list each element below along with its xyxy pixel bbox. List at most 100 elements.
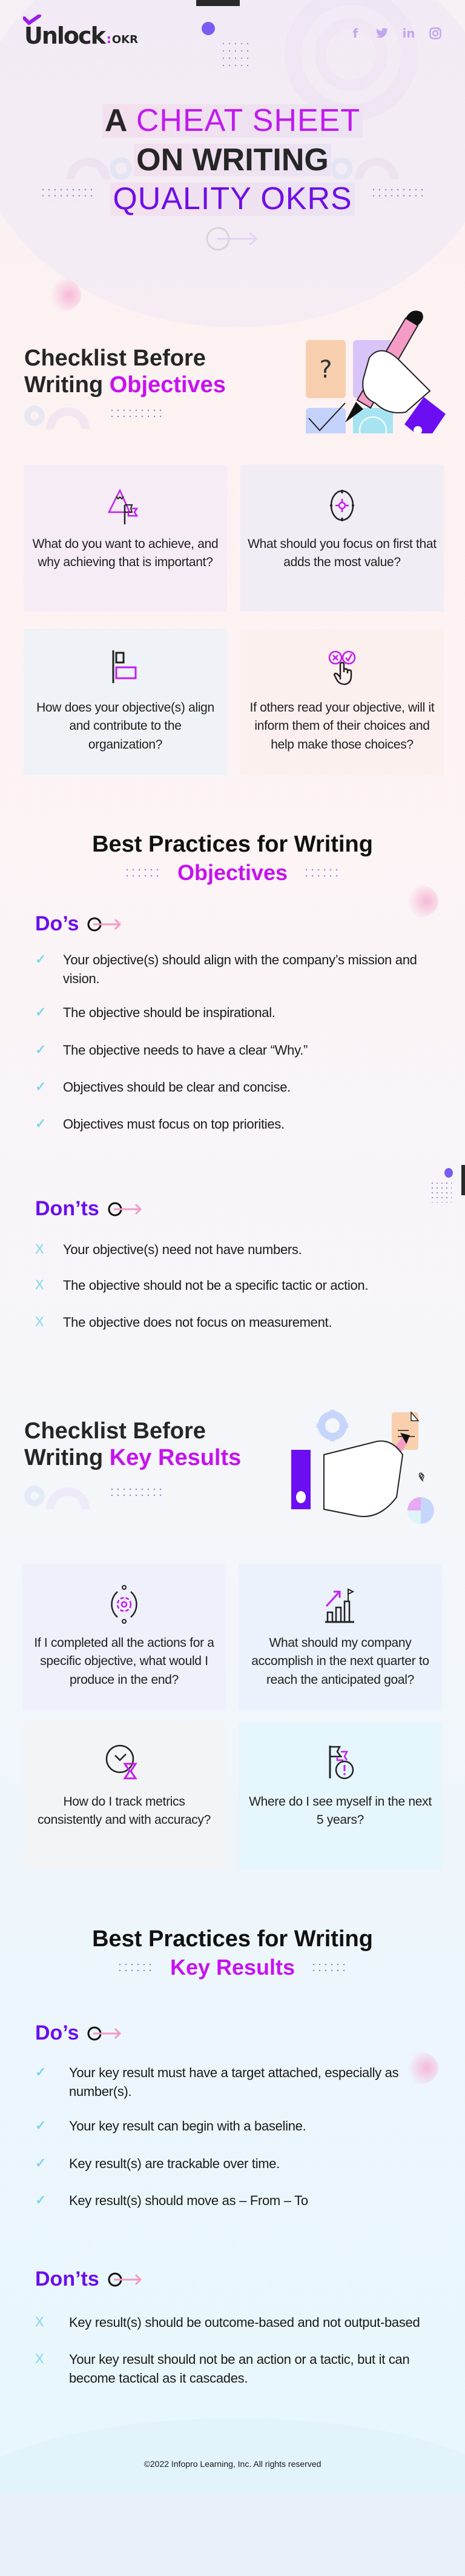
check-icon: ✓ xyxy=(35,1078,47,1094)
svg-text:?: ? xyxy=(319,356,332,384)
logo-colon: : xyxy=(106,32,111,46)
crosshair-target-icon xyxy=(321,484,363,527)
card-question: How do I track metrics consistently and … xyxy=(37,1795,211,1827)
key-result-card: Where do I see myself in the next 5 year… xyxy=(239,1723,442,1869)
dots-decoration xyxy=(303,867,341,879)
kr-deco xyxy=(24,1485,91,1512)
circle-arrow-icon xyxy=(87,917,122,931)
sparkle-decoration xyxy=(42,279,81,312)
objective-card: How does your objective(s) align and con… xyxy=(24,629,227,775)
objective-card: What should you focus on first that adds… xyxy=(240,465,444,612)
check-icon: ✓ xyxy=(35,1116,47,1132)
dots-decoration xyxy=(311,1961,349,1974)
x-icon: X xyxy=(35,1314,44,1330)
x-icon: X xyxy=(35,2314,44,2329)
objectives-dos-list: ✓ Your objective(s) should align with the… xyxy=(35,950,435,1133)
card-question: What do you want to achieve, and why ach… xyxy=(32,537,219,570)
list-item: X Your key result should not be an action… xyxy=(35,2351,410,2386)
circle-arrow-icon xyxy=(206,227,259,251)
dotgrid-decoration xyxy=(220,40,252,72)
card-question: What should you focus on first that adds… xyxy=(248,537,437,570)
card-question: Where do I see myself in the next 5 year… xyxy=(249,1795,432,1827)
list-item: ✓ Your key result can begin with a baseli… xyxy=(35,2118,306,2134)
objective-card: What do you want to achieve, and why ach… xyxy=(24,465,227,612)
dot-decoration xyxy=(444,1168,453,1178)
twitter-icon[interactable] xyxy=(375,27,389,40)
objectives-donts-heading: Don’ts xyxy=(35,1197,144,1221)
growth-chart-flag-icon xyxy=(319,1583,361,1626)
check-icon: ✓ xyxy=(35,2155,47,2171)
check-icon: ✓ xyxy=(35,1041,47,1057)
key-result-card: How do I track metrics consistently and … xyxy=(22,1723,226,1869)
objectives-deco xyxy=(24,405,91,432)
check-icon: ✓ xyxy=(35,2192,47,2207)
clock-hourglass-icon xyxy=(103,1742,145,1784)
footer-wave-decoration xyxy=(0,2418,465,2576)
list-item: ✓ Your objective(s) should align with the… xyxy=(35,952,417,987)
dotgrid-decoration xyxy=(430,1181,452,1203)
card-question: What should my company accomplish in the… xyxy=(251,1636,429,1687)
list-item: X The objective does not focus on measure… xyxy=(35,1314,332,1330)
key-result-card: If I completed all the actions for a spe… xyxy=(22,1564,226,1710)
top-bar-decoration xyxy=(196,0,240,6)
mountain-flag-icon xyxy=(104,484,147,527)
card-question: How does your objective(s) align and con… xyxy=(36,701,214,752)
edge-bar-decoration xyxy=(461,1165,465,1195)
dots-decoration xyxy=(116,1961,154,1974)
unlock-okr-logo[interactable]: Unlock : OKR xyxy=(23,15,138,47)
logo-okr: OKR xyxy=(111,33,138,46)
check-icon: ✓ xyxy=(35,2064,47,2080)
copyright-footer: ©2022 Infopro Learning, Inc. All rights … xyxy=(143,2459,322,2469)
check-icon: ✓ xyxy=(35,952,47,967)
flag-alert-icon xyxy=(319,1742,361,1784)
align-left-icon xyxy=(104,648,147,690)
facebook-icon[interactable]: f xyxy=(349,26,362,41)
pencil-checklist-illustration: ? xyxy=(306,310,446,433)
infographic-page: Unlock : OKR f in A CHEAT SHEET ON WRITI… xyxy=(0,0,465,2576)
kr-dots xyxy=(109,1486,163,1501)
objectives-dots xyxy=(109,407,163,422)
circle-arrow-icon xyxy=(87,2026,122,2040)
key-result-card: What should my company accomplish in the… xyxy=(239,1564,442,1710)
logo-check-icon xyxy=(23,15,41,25)
card-question: If others read your objective, will it i… xyxy=(249,701,435,752)
list-item: ✓ The objective needs to have a clear “Wh… xyxy=(35,1041,308,1058)
list-item: ✓ Your key result must have a target atta… xyxy=(35,2064,399,2100)
gear-cycle-icon xyxy=(103,1583,145,1626)
logo-word: Unlock xyxy=(23,15,106,47)
objectives-checklist-heading: Checklist Before Writing Objectives xyxy=(24,345,226,398)
instagram-icon[interactable] xyxy=(429,27,442,40)
circle-arrow-icon xyxy=(108,2272,142,2286)
objectives-donts-list: X Your objective(s) need not have numbers… xyxy=(35,1240,435,1332)
linkedin-icon[interactable]: in xyxy=(402,26,415,41)
sparkle-decoration xyxy=(400,885,438,918)
social-links: f in xyxy=(349,26,442,41)
kr-best-practices-heading: Best Practices for Writing Key Results xyxy=(92,1926,373,1980)
hero-title: A CHEAT SHEET ON WRITING QUALITY OKRS xyxy=(0,104,465,216)
card-question: If I completed all the actions for a spe… xyxy=(34,1636,214,1687)
list-item: ✓ Objectives must focus on top priorities… xyxy=(35,1116,285,1132)
list-item: X Your objective(s) need not have numbers… xyxy=(35,1241,302,1257)
check-icon: ✓ xyxy=(35,1004,47,1020)
hero-line-2: ON WRITING xyxy=(134,143,331,177)
kr-donts-list: X Key result(s) should be outcome-based a… xyxy=(35,2313,435,2388)
dots-decoration xyxy=(124,867,162,879)
check-icon: ✓ xyxy=(35,2118,47,2134)
choice-hand-icon xyxy=(321,648,363,690)
list-item: ✓ Key result(s) should move as – From – T… xyxy=(35,2192,308,2208)
kr-donts-heading: Don’ts xyxy=(35,2267,144,2291)
x-icon: X xyxy=(35,1241,44,1256)
list-item: ✓ Key result(s) are trackable over time. xyxy=(35,2155,280,2171)
list-item: ✓ The objective should be inspirational. xyxy=(35,1004,275,1021)
list-item: ✓ Objectives should be clear and concise. xyxy=(35,1078,291,1095)
objectives-dos-heading: Do’s xyxy=(35,912,124,936)
list-item: X Key result(s) should be outcome-based a… xyxy=(35,2314,420,2330)
hero-line-1: A CHEAT SHEET xyxy=(102,104,363,138)
dot-decoration xyxy=(202,22,215,35)
kr-dos-list: ✓ Your key result must have a target atta… xyxy=(35,2063,435,2210)
objectives-best-practices-heading: Best Practices for Writing Objectives xyxy=(92,832,373,885)
x-icon: X xyxy=(35,1277,44,1293)
circle-arrow-icon xyxy=(108,1202,142,1216)
objective-card: If others read your objective, will it i… xyxy=(240,629,444,775)
hero-line-3: QUALITY OKRS xyxy=(110,182,355,216)
